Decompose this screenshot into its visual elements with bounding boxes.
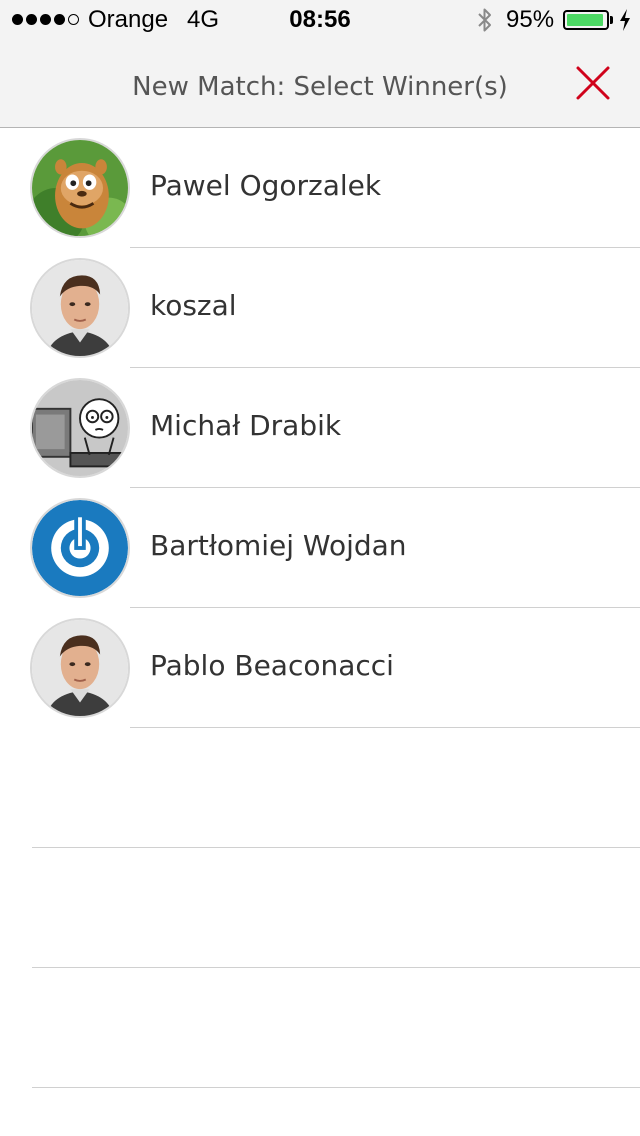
player-row[interactable]: Michał Drabik [0, 368, 640, 488]
page-title: New Match: Select Winner(s) [132, 72, 508, 102]
battery-icon [563, 10, 609, 30]
row-divider [32, 1087, 640, 1088]
battery-fill [567, 14, 604, 26]
battery-percentage: 95% [506, 6, 555, 33]
player-name: koszal [150, 289, 237, 322]
power-logo-avatar [30, 498, 130, 598]
bluetooth-icon [478, 8, 491, 32]
player-row[interactable]: Bartłomiej Wojdan [0, 488, 640, 608]
player-row[interactable]: koszal [0, 248, 640, 368]
comic-computer-avatar [30, 378, 130, 478]
cartoon-meerkat-avatar [30, 138, 130, 238]
battery-tip [610, 16, 613, 24]
player-row[interactable]: Pablo Beaconacci [0, 608, 640, 728]
empty-row [0, 848, 640, 968]
man-photo-avatar [30, 258, 130, 358]
player-row[interactable]: Pawel Ogorzalek [0, 128, 640, 248]
player-list: Pawel Ogorzalek koszal Michał Drabik Bar… [0, 128, 640, 728]
empty-row [0, 968, 640, 1088]
charging-bolt-icon [620, 9, 630, 31]
empty-row [0, 728, 640, 848]
close-icon[interactable] [572, 62, 614, 104]
player-name: Bartłomiej Wojdan [150, 529, 407, 562]
man-photo-avatar [30, 618, 130, 718]
status-bar: Orange 4G 08:56 95% [0, 0, 640, 40]
header-area: Orange 4G 08:56 95% New Match: Select Wi… [0, 0, 640, 128]
player-name: Pawel Ogorzalek [150, 169, 382, 202]
empty-list-area [0, 728, 640, 1088]
player-name: Pablo Beaconacci [150, 649, 394, 682]
player-name: Michał Drabik [150, 409, 342, 442]
